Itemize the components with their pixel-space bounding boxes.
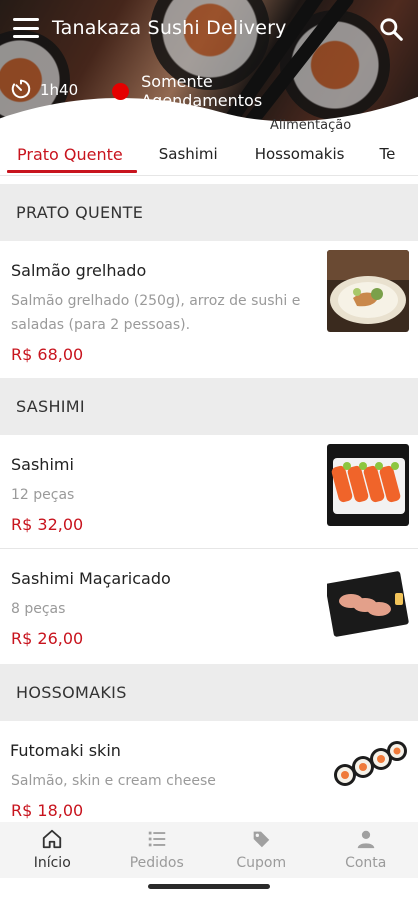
nav-inicio[interactable]: Início — [0, 822, 105, 878]
section-header-hossomakis: HOSSOMAKIS — [0, 664, 418, 721]
category-tag: Alimentação — [270, 118, 352, 133]
item-image — [327, 563, 409, 645]
item-description: 8 peças — [11, 601, 66, 617]
item-name: Sashimi — [11, 455, 74, 474]
item-description: Salmão grelhado (250g), arroz de sushi e… — [11, 293, 301, 333]
category-tabs: Prato Quente Sashimi Hossomakis Te — [0, 136, 418, 176]
timer-icon — [11, 79, 31, 99]
delivery-time: 1h40 — [40, 81, 79, 99]
search-icon[interactable] — [378, 16, 404, 42]
status-indicator — [112, 83, 130, 100]
tab-more[interactable]: Te — [379, 136, 395, 176]
item-image — [327, 444, 409, 526]
bottom-navigation: Início Pedidos Cupom Conta — [0, 822, 418, 878]
tab-prato-quente[interactable]: Prato Quente — [7, 136, 137, 176]
menu-button[interactable] — [13, 18, 39, 38]
item-price: R$ 18,00 — [11, 801, 84, 820]
status-text: Somente Agendamentos — [141, 72, 263, 110]
item-name: Futomaki skin — [10, 741, 121, 760]
item-name: Sashimi Maçaricado — [11, 569, 171, 588]
menu-item-sashimi[interactable]: Sashimi 12 peças R$ 32,00 — [0, 435, 418, 547]
header-banner: Tanakaza Sushi Delivery 1h40 Somente Age… — [0, 0, 418, 140]
item-price: R$ 32,00 — [11, 515, 84, 534]
section-header-prato-quente: PRATO QUENTE — [0, 184, 418, 241]
item-description: 12 peças — [11, 487, 75, 503]
home-icon — [43, 829, 62, 849]
item-price: R$ 26,00 — [11, 629, 84, 648]
tag-icon — [253, 831, 270, 848]
tab-hossomakis[interactable]: Hossomakis — [255, 136, 345, 176]
item-image — [327, 725, 409, 807]
menu-item-futomaki-skin[interactable]: Futomaki skin Salmão, skin e cream chees… — [0, 721, 418, 822]
item-image — [327, 250, 409, 332]
nav-cupom[interactable]: Cupom — [209, 822, 314, 878]
list-icon — [148, 831, 165, 847]
item-price: R$ 68,00 — [11, 345, 84, 364]
person-icon — [357, 830, 374, 849]
gesture-bar[interactable] — [148, 884, 270, 889]
tab-sashimi[interactable]: Sashimi — [159, 136, 218, 176]
nav-pedidos[interactable]: Pedidos — [105, 822, 210, 878]
menu-item-sashimi-macaricado[interactable]: Sashimi Maçaricado 8 peças R$ 26,00 — [0, 549, 418, 661]
app-title: Tanakaza Sushi Delivery — [52, 17, 287, 39]
active-tab-indicator — [7, 170, 137, 173]
section-header-sashimi: SASHIMI — [0, 378, 418, 435]
item-description: Salmão, skin e cream cheese — [11, 773, 216, 789]
item-name: Salmão grelhado — [11, 261, 147, 280]
menu-item-salmao-grelhado[interactable]: Salmão grelhado Salmão grelhado (250g), … — [0, 241, 418, 376]
nav-conta[interactable]: Conta — [314, 822, 418, 878]
